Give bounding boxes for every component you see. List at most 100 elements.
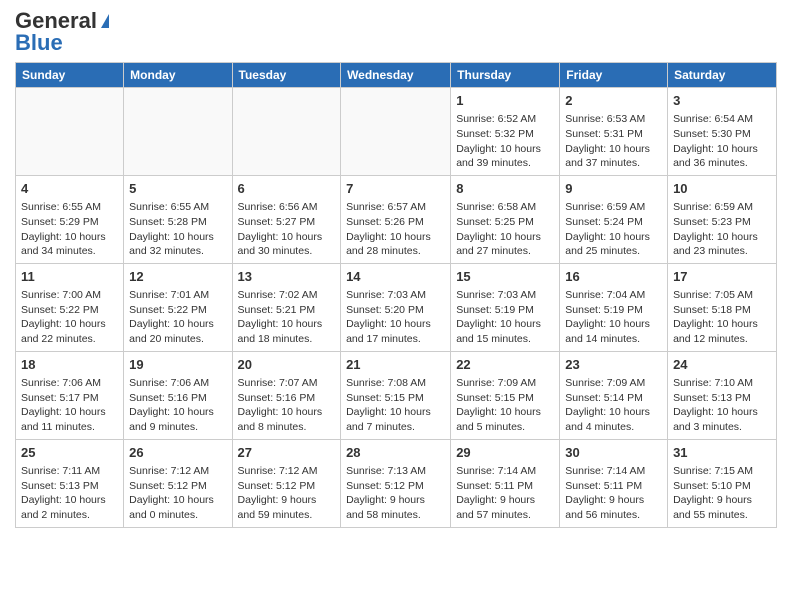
day-info: Sunrise: 6:53 AM Sunset: 5:31 PM Dayligh…	[565, 112, 662, 171]
day-number: 20	[238, 356, 336, 374]
calendar-cell: 12 Sunrise: 7:01 AM Sunset: 5:22 PM Dayli…	[124, 263, 232, 351]
day-info: Sunrise: 7:15 AM Sunset: 5:10 PM Dayligh…	[673, 464, 771, 523]
day-number: 28	[346, 444, 445, 462]
calendar-cell: 9 Sunrise: 6:59 AM Sunset: 5:24 PM Daylig…	[560, 175, 668, 263]
day-info: Sunrise: 7:14 AM Sunset: 5:11 PM Dayligh…	[456, 464, 554, 523]
calendar-cell: 20 Sunrise: 7:07 AM Sunset: 5:16 PM Dayli…	[232, 351, 341, 439]
calendar-cell: 7 Sunrise: 6:57 AM Sunset: 5:26 PM Daylig…	[341, 175, 451, 263]
calendar-body: 1 Sunrise: 6:52 AM Sunset: 5:32 PM Daylig…	[16, 88, 777, 528]
day-info: Sunrise: 7:09 AM Sunset: 5:15 PM Dayligh…	[456, 376, 554, 435]
calendar-cell	[341, 88, 451, 176]
day-info: Sunrise: 6:52 AM Sunset: 5:32 PM Dayligh…	[456, 112, 554, 171]
calendar-cell: 16 Sunrise: 7:04 AM Sunset: 5:19 PM Dayli…	[560, 263, 668, 351]
calendar-cell: 5Sunrise: 6:55 AM Sunset: 5:28 PM Daylig…	[124, 175, 232, 263]
calendar-cell	[124, 88, 232, 176]
day-number: 18	[21, 356, 118, 374]
day-number: 3	[673, 92, 771, 110]
day-info: Sunrise: 7:03 AM Sunset: 5:20 PM Dayligh…	[346, 288, 445, 347]
calendar-cell: 26 Sunrise: 7:12 AM Sunset: 5:12 PM Dayli…	[124, 439, 232, 527]
calendar-cell: 10 Sunrise: 6:59 AM Sunset: 5:23 PM Dayli…	[668, 175, 777, 263]
calendar-week-row: 1 Sunrise: 6:52 AM Sunset: 5:32 PM Daylig…	[16, 88, 777, 176]
day-number: 17	[673, 268, 771, 286]
day-number: 13	[238, 268, 336, 286]
day-number: 14	[346, 268, 445, 286]
day-number: 26	[129, 444, 226, 462]
calendar-cell: 22Sunrise: 7:09 AM Sunset: 5:15 PM Dayli…	[451, 351, 560, 439]
day-number: 1	[456, 92, 554, 110]
page-container: General Blue SundayMondayTuesdayWednesda…	[0, 0, 792, 538]
calendar-header-row: SundayMondayTuesdayWednesdayThursdayFrid…	[16, 63, 777, 88]
day-info: Sunrise: 7:10 AM Sunset: 5:13 PM Dayligh…	[673, 376, 771, 435]
calendar-week-row: 18 Sunrise: 7:06 AM Sunset: 5:17 PM Dayli…	[16, 351, 777, 439]
calendar-cell: 28 Sunrise: 7:13 AM Sunset: 5:12 PM Dayli…	[341, 439, 451, 527]
day-number: 15	[456, 268, 554, 286]
calendar-cell	[16, 88, 124, 176]
day-info: Sunrise: 7:00 AM Sunset: 5:22 PM Dayligh…	[21, 288, 118, 347]
day-number: 2	[565, 92, 662, 110]
calendar-cell: 21Sunrise: 7:08 AM Sunset: 5:15 PM Dayli…	[341, 351, 451, 439]
day-info: Sunrise: 6:55 AM Sunset: 5:29 PM Dayligh…	[21, 200, 118, 259]
calendar-cell: 30Sunrise: 7:14 AM Sunset: 5:11 PM Dayli…	[560, 439, 668, 527]
weekday-header-saturday: Saturday	[668, 63, 777, 88]
day-number: 10	[673, 180, 771, 198]
day-number: 16	[565, 268, 662, 286]
day-info: Sunrise: 6:57 AM Sunset: 5:26 PM Dayligh…	[346, 200, 445, 259]
day-number: 27	[238, 444, 336, 462]
day-number: 8	[456, 180, 554, 198]
day-number: 7	[346, 180, 445, 198]
day-info: Sunrise: 6:59 AM Sunset: 5:24 PM Dayligh…	[565, 200, 662, 259]
day-number: 12	[129, 268, 226, 286]
calendar-cell: 25Sunrise: 7:11 AM Sunset: 5:13 PM Dayli…	[16, 439, 124, 527]
weekday-header-monday: Monday	[124, 63, 232, 88]
weekday-header-tuesday: Tuesday	[232, 63, 341, 88]
day-info: Sunrise: 7:11 AM Sunset: 5:13 PM Dayligh…	[21, 464, 118, 523]
day-number: 29	[456, 444, 554, 462]
day-info: Sunrise: 7:08 AM Sunset: 5:15 PM Dayligh…	[346, 376, 445, 435]
day-info: Sunrise: 7:06 AM Sunset: 5:16 PM Dayligh…	[129, 376, 226, 435]
day-info: Sunrise: 7:01 AM Sunset: 5:22 PM Dayligh…	[129, 288, 226, 347]
calendar-cell: 6Sunrise: 6:56 AM Sunset: 5:27 PM Daylig…	[232, 175, 341, 263]
day-number: 24	[673, 356, 771, 374]
day-info: Sunrise: 6:55 AM Sunset: 5:28 PM Dayligh…	[129, 200, 226, 259]
calendar-cell: 11 Sunrise: 7:00 AM Sunset: 5:22 PM Dayli…	[16, 263, 124, 351]
day-number: 6	[238, 180, 336, 198]
calendar-cell: 2 Sunrise: 6:53 AM Sunset: 5:31 PM Daylig…	[560, 88, 668, 176]
calendar-cell: 17 Sunrise: 7:05 AM Sunset: 5:18 PM Dayli…	[668, 263, 777, 351]
day-info: Sunrise: 6:59 AM Sunset: 5:23 PM Dayligh…	[673, 200, 771, 259]
page-header: General Blue	[15, 10, 777, 54]
day-info: Sunrise: 7:04 AM Sunset: 5:19 PM Dayligh…	[565, 288, 662, 347]
calendar-cell: 4 Sunrise: 6:55 AM Sunset: 5:29 PM Daylig…	[16, 175, 124, 263]
calendar-cell: 8 Sunrise: 6:58 AM Sunset: 5:25 PM Daylig…	[451, 175, 560, 263]
calendar-week-row: 25Sunrise: 7:11 AM Sunset: 5:13 PM Dayli…	[16, 439, 777, 527]
day-info: Sunrise: 6:54 AM Sunset: 5:30 PM Dayligh…	[673, 112, 771, 171]
calendar-table: SundayMondayTuesdayWednesdayThursdayFrid…	[15, 62, 777, 528]
day-info: Sunrise: 7:13 AM Sunset: 5:12 PM Dayligh…	[346, 464, 445, 523]
day-info: Sunrise: 6:58 AM Sunset: 5:25 PM Dayligh…	[456, 200, 554, 259]
calendar-cell: 14 Sunrise: 7:03 AM Sunset: 5:20 PM Dayli…	[341, 263, 451, 351]
day-info: Sunrise: 7:07 AM Sunset: 5:16 PM Dayligh…	[238, 376, 336, 435]
weekday-header-friday: Friday	[560, 63, 668, 88]
logo-general-text: General	[15, 10, 97, 32]
day-info: Sunrise: 7:09 AM Sunset: 5:14 PM Dayligh…	[565, 376, 662, 435]
calendar-cell: 31Sunrise: 7:15 AM Sunset: 5:10 PM Dayli…	[668, 439, 777, 527]
day-number: 11	[21, 268, 118, 286]
calendar-cell: 13Sunrise: 7:02 AM Sunset: 5:21 PM Dayli…	[232, 263, 341, 351]
day-info: Sunrise: 7:12 AM Sunset: 5:12 PM Dayligh…	[129, 464, 226, 523]
day-info: Sunrise: 7:03 AM Sunset: 5:19 PM Dayligh…	[456, 288, 554, 347]
day-number: 4	[21, 180, 118, 198]
calendar-cell: 18 Sunrise: 7:06 AM Sunset: 5:17 PM Dayli…	[16, 351, 124, 439]
day-number: 19	[129, 356, 226, 374]
day-info: Sunrise: 7:05 AM Sunset: 5:18 PM Dayligh…	[673, 288, 771, 347]
calendar-cell: 3 Sunrise: 6:54 AM Sunset: 5:30 PM Daylig…	[668, 88, 777, 176]
calendar-cell	[232, 88, 341, 176]
day-number: 23	[565, 356, 662, 374]
logo-blue-text: Blue	[15, 32, 63, 54]
day-info: Sunrise: 7:06 AM Sunset: 5:17 PM Dayligh…	[21, 376, 118, 435]
day-number: 9	[565, 180, 662, 198]
calendar-cell: 15 Sunrise: 7:03 AM Sunset: 5:19 PM Dayli…	[451, 263, 560, 351]
calendar-cell: 23 Sunrise: 7:09 AM Sunset: 5:14 PM Dayli…	[560, 351, 668, 439]
calendar-cell: 29 Sunrise: 7:14 AM Sunset: 5:11 PM Dayli…	[451, 439, 560, 527]
calendar-cell: 24 Sunrise: 7:10 AM Sunset: 5:13 PM Dayli…	[668, 351, 777, 439]
weekday-header-thursday: Thursday	[451, 63, 560, 88]
calendar-cell: 1 Sunrise: 6:52 AM Sunset: 5:32 PM Daylig…	[451, 88, 560, 176]
